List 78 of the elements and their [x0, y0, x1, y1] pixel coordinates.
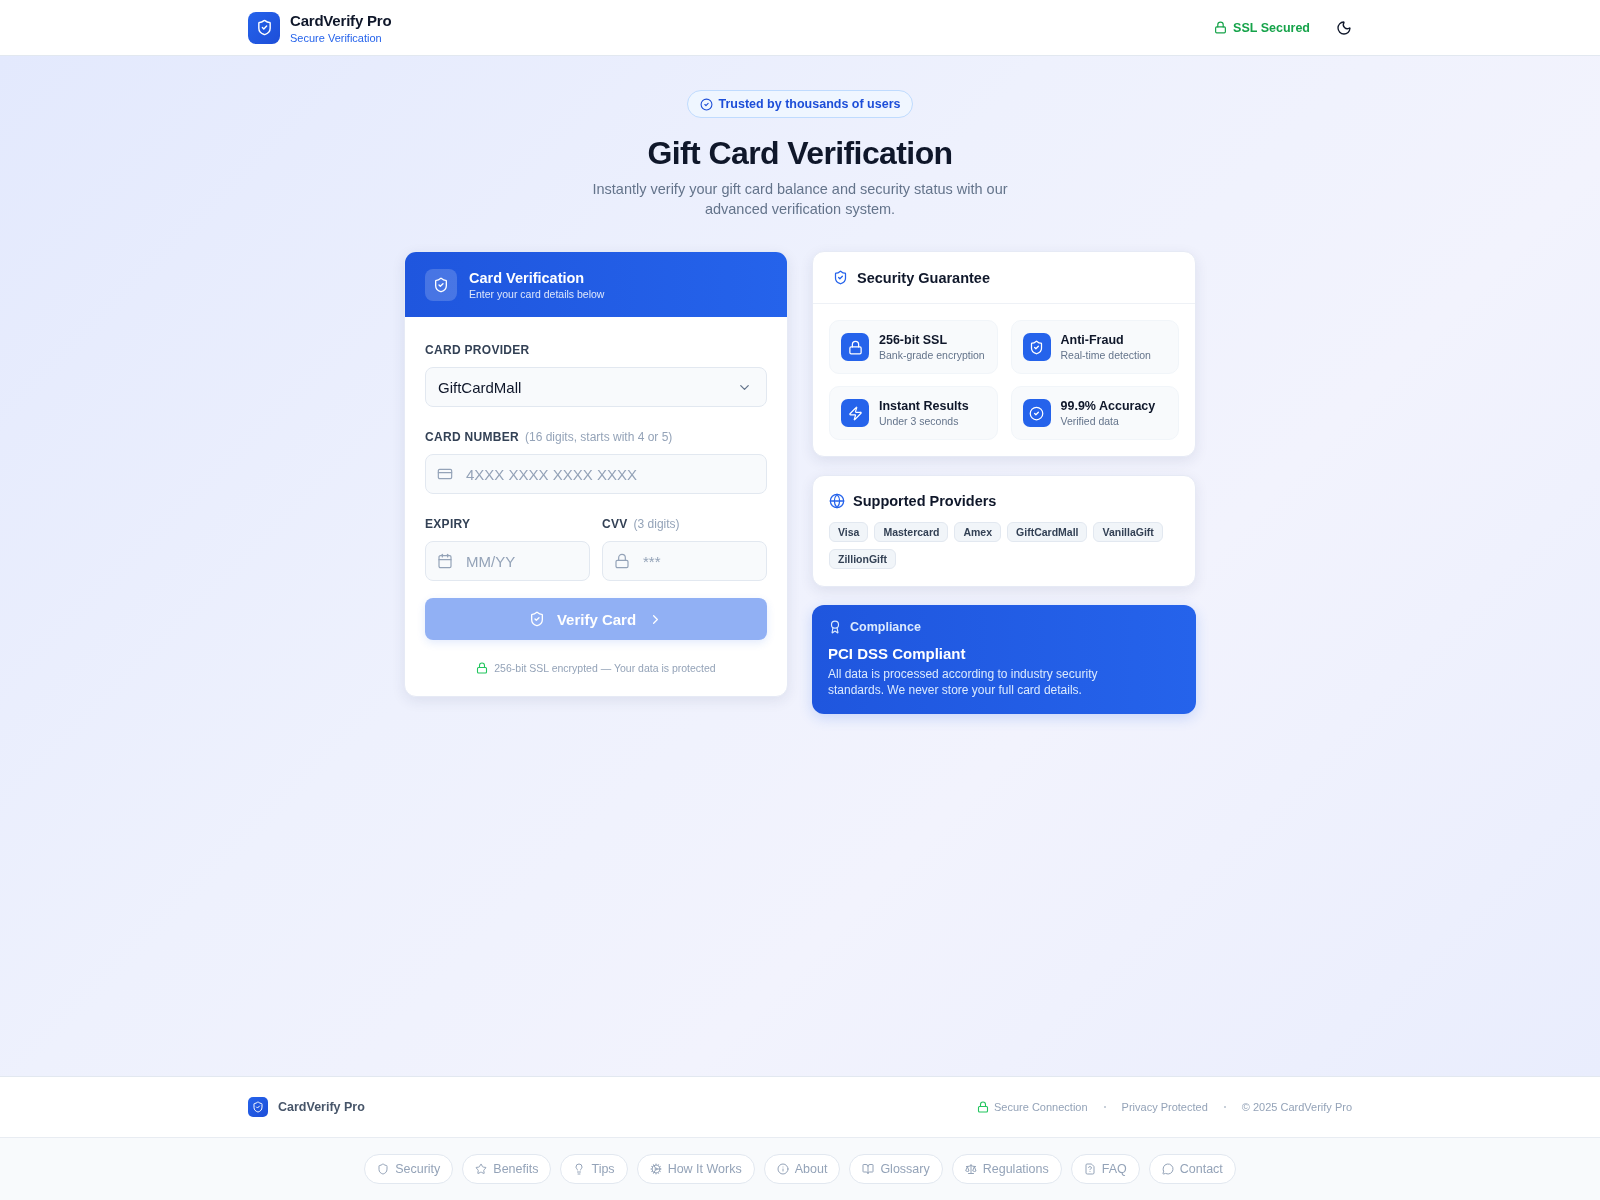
field-hint: (3 digits): [633, 517, 680, 531]
provider-tag: ZillionGift: [829, 549, 896, 569]
shield-check-icon: [833, 270, 848, 285]
footer-nav-link[interactable]: Benefits: [462, 1154, 552, 1184]
card-subtitle: Enter your card details below: [469, 287, 605, 300]
compliance-label: Compliance: [850, 620, 921, 634]
chat-bubble-icon: [1161, 1163, 1174, 1175]
ssl-status: SSL Secured: [1233, 20, 1310, 35]
gear-icon: [649, 1163, 662, 1175]
feature-subtitle: Bank-grade encryption: [879, 349, 985, 361]
security-note: 256-bit SSL encrypted — Your data is protected: [494, 662, 716, 674]
award-ribbon-icon: [828, 620, 842, 634]
footer-nav-link[interactable]: Tips: [560, 1154, 628, 1184]
lock-icon: [614, 553, 630, 569]
feature-title: 99.9% Accuracy: [1060, 399, 1156, 413]
expiry-field[interactable]: MM/YY: [425, 541, 590, 581]
lock-icon: [476, 662, 489, 674]
feature-title: Instant Results: [879, 399, 969, 413]
footer-text: © 2025 CardVerify Pro: [1241, 1101, 1352, 1113]
scale-icon: [964, 1163, 977, 1175]
brand-name: CardVerify Pro: [290, 11, 392, 29]
field-label: EXPIRY: [425, 517, 471, 531]
footer-nav-link[interactable]: About: [763, 1154, 841, 1184]
shield-check-icon: [528, 611, 545, 627]
brand-tagline: Secure Verification: [290, 31, 383, 44]
footer-text: Privacy Protected: [1121, 1101, 1208, 1113]
shield-check-icon: [425, 268, 457, 301]
feature-subtitle: Verified data: [1060, 415, 1120, 427]
provider-select[interactable]: GiftCardMall: [425, 367, 767, 407]
calendar-icon: [437, 553, 453, 569]
provider-tag: Mastercard: [874, 522, 949, 542]
card-number-field[interactable]: 4XXX XXXX XXXX XXXX: [425, 454, 767, 494]
lightning-icon: [841, 399, 869, 427]
field-hint: (16 digits, starts with 4 or 5): [524, 430, 673, 444]
footer-brand: CardVerify Pro: [278, 1100, 365, 1114]
provider-tag: GiftCardMall: [1007, 522, 1088, 542]
check-circle-icon: [699, 97, 713, 111]
compliance-title: PCI DSS Compliant: [828, 645, 967, 662]
footer-nav-link[interactable]: Glossary: [849, 1154, 943, 1184]
shield-logo-icon: [248, 11, 280, 44]
footer-nav-link[interactable]: FAQ: [1070, 1154, 1140, 1184]
lightbulb-icon: [573, 1163, 586, 1175]
lock-icon: [1214, 21, 1228, 34]
feature-title: Anti-Fraud: [1060, 333, 1125, 347]
shield-check-icon: [1022, 333, 1051, 361]
provider-tag: Amex: [954, 522, 1002, 542]
lock-icon: [841, 333, 869, 361]
card-title: Card Verification: [469, 269, 586, 286]
shield-icon: [377, 1163, 390, 1175]
lock-icon: [977, 1101, 989, 1113]
star-icon: [475, 1163, 488, 1175]
info-icon: [776, 1163, 789, 1175]
cvv-field[interactable]: ***: [602, 541, 767, 581]
panel-title: Supported Providers: [853, 493, 997, 509]
moon-icon[interactable]: [1336, 19, 1352, 36]
field-label: CARD NUMBER: [425, 430, 519, 444]
field-label: CVV: [602, 517, 628, 531]
book-icon: [862, 1163, 875, 1175]
page-subtitle: Instantly verify your gift card balance and security status with our advanced verification system.: [591, 180, 1009, 219]
panel-title: Security Guarantee: [857, 269, 990, 286]
shield-logo-icon: [248, 1097, 268, 1117]
compliance-text: All data is processed according to industry security standards. We never store your full card details.: [828, 666, 1099, 698]
page-title: Gift Card Verification: [647, 134, 953, 173]
footer-nav-link[interactable]: How It Works: [636, 1154, 755, 1184]
footer-nav-link[interactable]: Contact: [1148, 1154, 1236, 1184]
question-file-icon: [1083, 1163, 1096, 1175]
feature-subtitle: Under 3 seconds: [879, 415, 960, 427]
footer-text: Secure Connection: [994, 1101, 1088, 1113]
footer-nav-link[interactable]: Security: [364, 1154, 454, 1184]
footer-nav-link[interactable]: Regulations: [951, 1154, 1062, 1184]
card-icon: [437, 466, 453, 482]
feature-subtitle: Real-time detection: [1060, 349, 1151, 361]
provider-tag: VanillaGift: [1093, 522, 1163, 542]
globe-icon: [829, 493, 845, 509]
provider-tag: Visa: [829, 522, 869, 542]
field-label: CARD PROVIDER: [425, 343, 530, 357]
trust-badge-text: Trusted by thousands of users: [718, 97, 901, 111]
feature-title: 256-bit SSL: [879, 333, 949, 347]
